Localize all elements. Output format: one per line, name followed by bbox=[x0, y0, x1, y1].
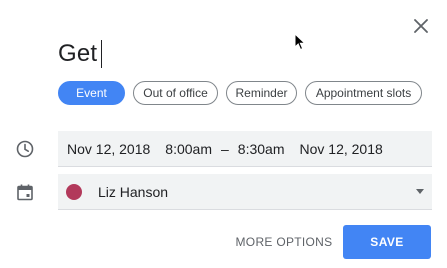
event-title-input[interactable]: Get bbox=[58, 36, 103, 72]
close-button[interactable] bbox=[407, 12, 435, 40]
more-options-button[interactable]: MORE OPTIONS bbox=[232, 228, 336, 256]
calendar-name: Liz Hanson bbox=[98, 183, 169, 200]
event-quick-create-dialog: Get Event Out of office Reminder Appoint… bbox=[0, 0, 447, 268]
clock-icon bbox=[16, 140, 34, 158]
start-date[interactable]: Nov 12, 2018 bbox=[67, 141, 150, 157]
dropdown-arrow-icon bbox=[416, 189, 424, 194]
time-range-separator: – bbox=[221, 140, 229, 157]
event-title-text: Get bbox=[58, 40, 98, 67]
text-caret bbox=[101, 40, 103, 68]
save-button[interactable]: SAVE bbox=[343, 225, 431, 259]
chip-event[interactable]: Event bbox=[58, 81, 125, 105]
datetime-field: Nov 12, 2018 8:00am – 8:30am Nov 12, 201… bbox=[58, 131, 432, 167]
event-type-chips: Event Out of office Reminder Appointment… bbox=[58, 81, 422, 105]
chip-reminder[interactable]: Reminder bbox=[226, 81, 297, 105]
chip-out-of-office[interactable]: Out of office bbox=[133, 81, 218, 105]
chip-appointment-slots[interactable]: Appointment slots bbox=[305, 81, 422, 105]
close-icon bbox=[414, 19, 428, 33]
calendar-color-dot bbox=[66, 183, 82, 200]
calendar-icon bbox=[17, 184, 33, 201]
end-time[interactable]: 8:30am bbox=[238, 141, 285, 157]
mouse-pointer-icon bbox=[294, 33, 306, 51]
calendar-select[interactable]: Liz Hanson bbox=[58, 174, 432, 210]
end-date[interactable]: Nov 12, 2018 bbox=[300, 141, 383, 157]
start-time[interactable]: 8:00am bbox=[165, 141, 212, 157]
